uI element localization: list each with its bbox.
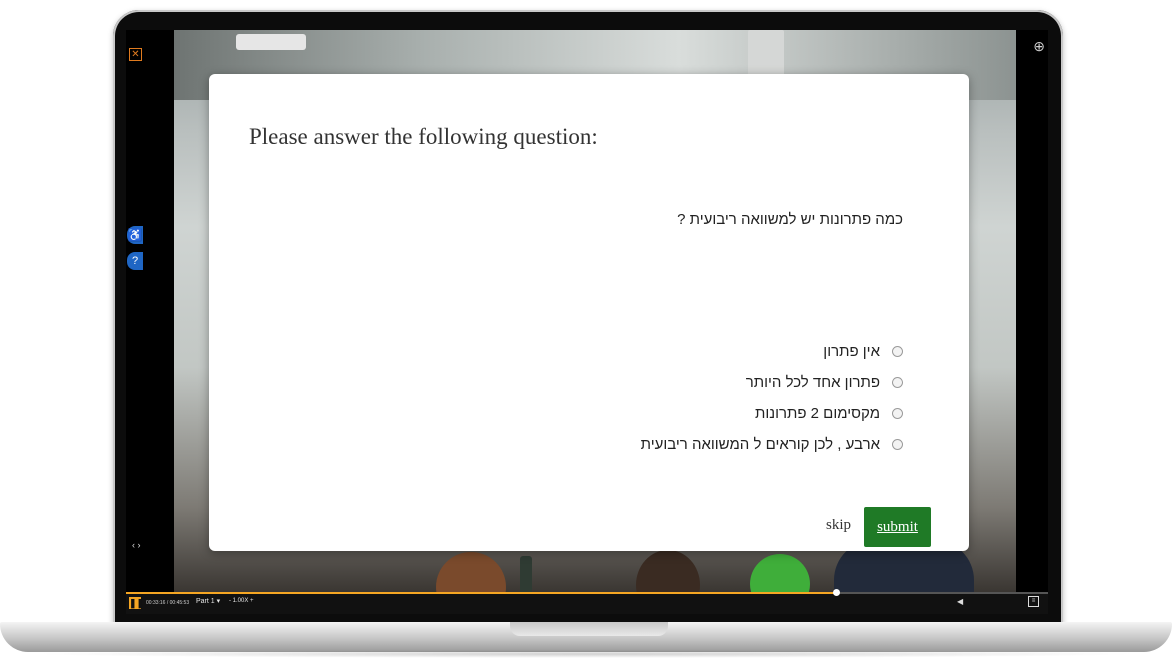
volume-icon[interactable]: ◀ bbox=[957, 597, 963, 606]
skip-button[interactable]: skip bbox=[826, 517, 851, 534]
radio-button[interactable] bbox=[892, 408, 903, 419]
close-icon[interactable]: ✕ bbox=[129, 48, 142, 61]
quiz-option-label: ארבע , לכן קוראים ל המשוואה ריבועית bbox=[640, 436, 880, 453]
expand-icon[interactable]: ‹ › bbox=[132, 540, 141, 550]
zoom-in-icon[interactable]: ⊕ bbox=[1033, 38, 1045, 55]
quiz-option-label: מקסימום 2 פתרונות bbox=[754, 405, 880, 422]
radio-button[interactable] bbox=[892, 346, 903, 357]
video-pole bbox=[748, 30, 784, 76]
quiz-option-4[interactable]: ארבע , לכן קוראים ל המשוואה ריבועית bbox=[641, 429, 903, 460]
quiz-option-label: פתרון אחד לכל היותר bbox=[745, 374, 880, 391]
laptop-notch bbox=[510, 622, 668, 636]
quiz-option-3[interactable]: מקסימום 2 פתרונות bbox=[641, 398, 903, 429]
captions-icon[interactable]: ≡ bbox=[1028, 596, 1039, 607]
player-control-bar: ❚❚ 00:33:16 / 00:45:53 Part 1 ▾ - 1.00X … bbox=[126, 589, 1048, 614]
video-bottle bbox=[520, 556, 532, 592]
quiz-option-2[interactable]: פתרון אחד לכל היותר bbox=[641, 367, 903, 398]
quiz-question: כמה פתרונות יש למשוואה ריבועית ? bbox=[677, 211, 903, 228]
video-projector bbox=[236, 34, 306, 50]
time-display: 00:33:16 / 00:45:53 bbox=[146, 600, 190, 606]
help-icon[interactable]: ? bbox=[127, 252, 143, 270]
quiz-option-label: אין פתרון bbox=[823, 343, 880, 360]
video-student bbox=[436, 552, 506, 592]
submit-button[interactable]: submit bbox=[864, 507, 931, 547]
laptop-shadow bbox=[30, 650, 1142, 658]
speed-control[interactable]: - 1.00X + bbox=[229, 598, 254, 604]
progress-bar[interactable] bbox=[126, 589, 1048, 596]
part-selector[interactable]: Part 1 ▾ bbox=[196, 597, 220, 605]
quiz-option-1[interactable]: אין פתרון bbox=[641, 336, 903, 367]
video-student bbox=[636, 550, 700, 592]
quiz-options: אין פתרון פתרון אחד לכל היותר מקסימום 2 … bbox=[641, 336, 903, 460]
play-pause-icon[interactable]: ❚❚ bbox=[129, 597, 144, 609]
radio-button[interactable] bbox=[892, 439, 903, 450]
video-student bbox=[750, 554, 810, 592]
progress-fill bbox=[126, 592, 836, 594]
radio-button[interactable] bbox=[892, 377, 903, 388]
progress-handle[interactable] bbox=[832, 589, 840, 596]
accessibility-icon[interactable]: ♿ bbox=[127, 226, 143, 244]
quiz-title: Please answer the following question: bbox=[249, 124, 598, 149]
quiz-modal: Please answer the following question: כמ… bbox=[209, 74, 969, 551]
